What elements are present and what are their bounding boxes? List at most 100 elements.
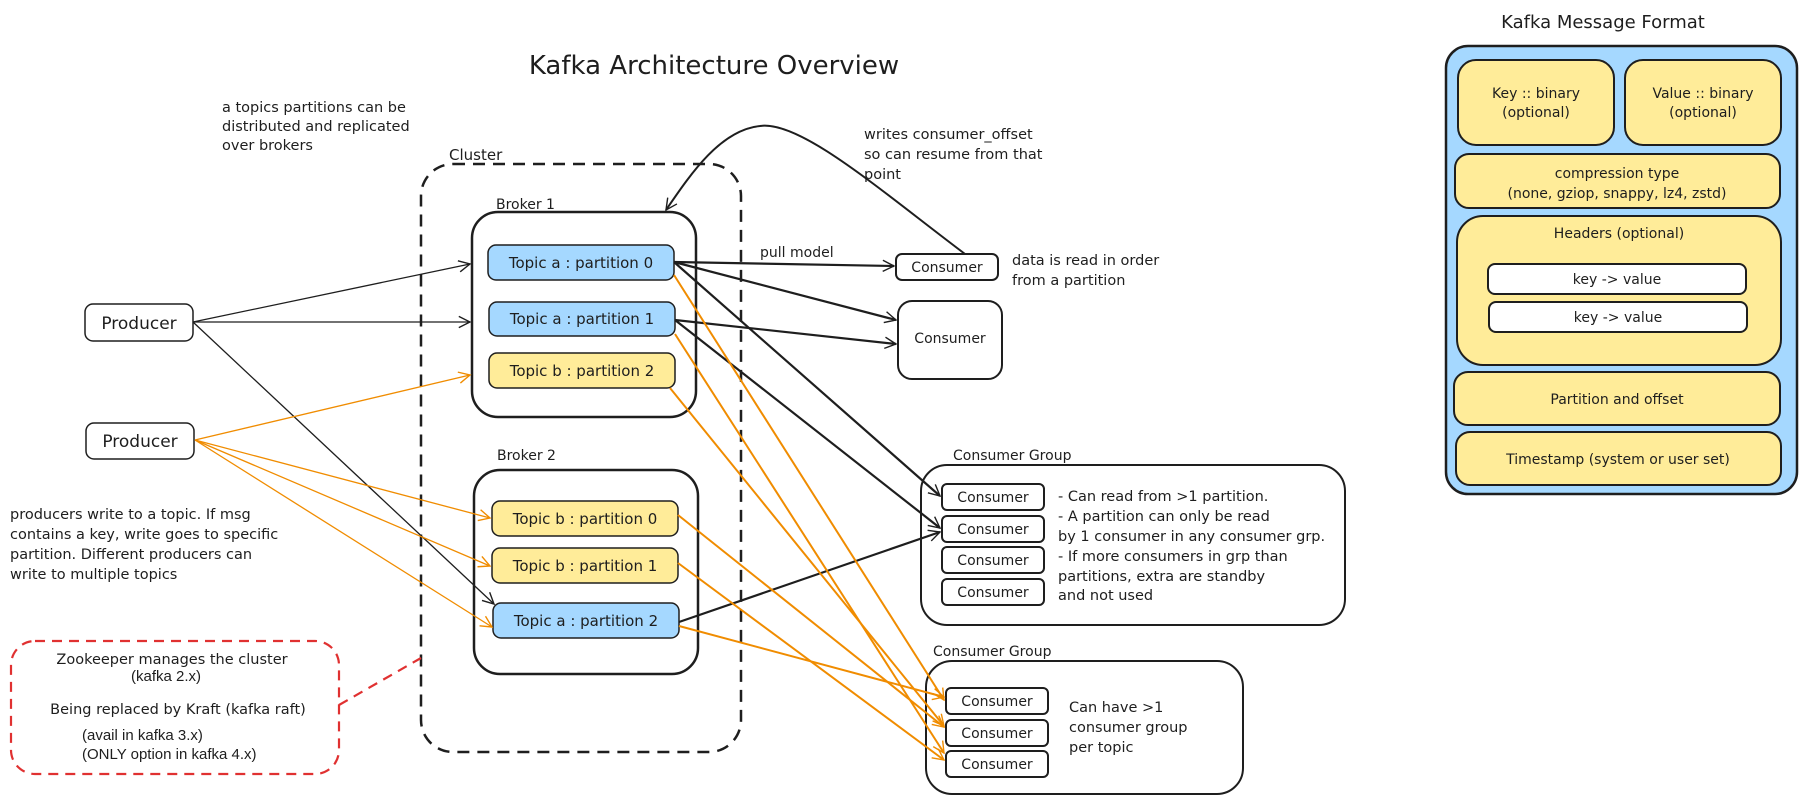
note-producers-write: producers write to a topic. If msg conta… <box>10 507 278 583</box>
svg-text:Consumer: Consumer <box>957 553 1029 569</box>
message-format-title: Kafka Message Format <box>1501 12 1705 33</box>
consumer-read-arrows <box>673 262 896 344</box>
svg-text:by 1 consumer in any consumer: by 1 consumer in any consumer grp. <box>1058 529 1325 545</box>
zookeeper-connector <box>338 657 422 706</box>
producer-2[interactable]: Producer <box>85 422 195 460</box>
standalone-consumer-2[interactable]: Consumer <box>897 300 1003 380</box>
broker-1-label: Broker 1 <box>496 197 555 213</box>
svg-text:Topic a : partition 1: Topic a : partition 1 <box>509 310 654 328</box>
svg-text:key -> value: key -> value <box>1573 272 1661 288</box>
producer-2-arrows <box>194 375 492 627</box>
svg-text:Topic b : partition 0: Topic b : partition 0 <box>512 510 658 528</box>
svg-text:per topic: per topic <box>1069 740 1133 756</box>
kafka-architecture-diagram: Kafka Architecture Overview a topics par… <box>9 12 1799 795</box>
svg-text:key -> value: key -> value <box>1574 310 1662 326</box>
standalone-consumer-1[interactable]: Consumer <box>895 253 999 281</box>
svg-text:Consumer: Consumer <box>957 490 1029 506</box>
note-consumer-offset: writes consumer_offset so can resume fro… <box>864 127 1043 183</box>
svg-text:Headers (optional): Headers (optional) <box>1554 226 1684 242</box>
message-timestamp-field: Timestamp (system or user set) <box>1455 431 1782 486</box>
consumer-group-2[interactable]: Consumer Group Consumer Consumer Consume… <box>925 644 1244 795</box>
svg-text:contains a key, write goes to: contains a key, write goes to specific <box>10 527 278 543</box>
partition-a1[interactable]: Topic a : partition 1 <box>488 301 676 337</box>
broker-2-label: Broker 2 <box>497 448 556 464</box>
svg-text:a topics partitions can be: a topics partitions can be <box>222 100 406 116</box>
message-format: Kafka Message Format Key :: binary (opti… <box>1444 12 1799 496</box>
svg-text:(none, gziop, snappy, lz4, zst: (none, gziop, snappy, lz4, zstd) <box>1508 186 1727 202</box>
svg-text:point: point <box>864 167 901 183</box>
svg-text:data is read in order: data is read in order <box>1012 253 1159 269</box>
svg-text:Consumer: Consumer <box>961 726 1033 742</box>
producer-1[interactable]: Producer <box>84 303 194 342</box>
svg-text:Consumer: Consumer <box>957 585 1029 601</box>
svg-text:Timestamp (system or user set): Timestamp (system or user set) <box>1505 452 1730 468</box>
note-read-in-order: data is read in order from a partition <box>1012 253 1159 289</box>
cluster-label: Cluster <box>449 146 503 164</box>
group-1-consumer-3[interactable]: Consumer <box>941 546 1045 574</box>
svg-text:write to multiple topics: write to multiple topics <box>10 567 177 583</box>
header-entry-2: key -> value <box>1488 301 1748 333</box>
svg-text:partition. Different producers: partition. Different producers can <box>10 547 252 563</box>
message-key-field: Key :: binary (optional) <box>1457 59 1615 146</box>
svg-text:consumer group: consumer group <box>1069 720 1188 736</box>
consumer-offset-arrow <box>666 124 966 255</box>
svg-text:Topic a : partition 0: Topic a : partition 0 <box>508 254 653 272</box>
svg-text:Consumer: Consumer <box>914 331 986 347</box>
svg-text:Being replaced by Kraft (kafka: Being replaced by Kraft (kafka raft) <box>50 702 306 718</box>
svg-text:Producer: Producer <box>101 314 176 334</box>
note-partitions-distributed: a topics partitions can be distributed a… <box>222 100 410 154</box>
svg-text:Key :: binary: Key :: binary <box>1492 86 1580 102</box>
header-entry-1: key -> value <box>1487 263 1747 295</box>
consumer-group-1-label: Consumer Group <box>953 448 1072 464</box>
svg-text:Consumer: Consumer <box>957 522 1029 538</box>
svg-text:so can resume from that: so can resume from that <box>864 147 1043 163</box>
svg-text:(optional): (optional) <box>1502 105 1570 121</box>
message-value-field: Value :: binary (optional) <box>1624 59 1782 146</box>
group-2-consumer-3[interactable]: Consumer <box>945 750 1049 778</box>
svg-text:(kafka 2.x): (kafka 2.x) <box>131 668 201 685</box>
partition-a2[interactable]: Topic a : partition 2 <box>492 602 680 639</box>
consumer-group-1[interactable]: Consumer Group Consumer Consumer Consume… <box>920 448 1346 626</box>
group-1-consumer-4[interactable]: Consumer <box>941 578 1045 606</box>
message-partition-offset-field: Partition and offset <box>1453 371 1781 426</box>
message-compression-field: compression type (none, gziop, snappy, l… <box>1454 153 1781 209</box>
svg-text:Consumer: Consumer <box>961 757 1033 773</box>
svg-text:producers write to a topic. If: producers write to a topic. If msg <box>10 507 251 523</box>
svg-text:compression type: compression type <box>1555 166 1680 182</box>
svg-text:Can have >1: Can have >1 <box>1069 700 1163 716</box>
message-headers-field: Headers (optional) key -> value key -> v… <box>1456 215 1782 366</box>
svg-text:distributed and replicated: distributed and replicated <box>222 119 410 135</box>
svg-text:(ONLY option in kafka 4.x): (ONLY option in kafka 4.x) <box>82 746 257 763</box>
group-1-consumer-2[interactable]: Consumer <box>941 515 1045 543</box>
partition-b1[interactable]: Topic b : partition 1 <box>491 547 679 584</box>
group-1-consumer-1[interactable]: Consumer <box>941 483 1045 511</box>
consumer-group-2-label: Consumer Group <box>933 644 1052 660</box>
svg-text:and not used: and not used <box>1058 588 1153 604</box>
svg-text:Topic b : partition 2: Topic b : partition 2 <box>509 362 655 380</box>
svg-text:Consumer: Consumer <box>961 694 1033 710</box>
svg-text:(avail in kafka 3.x): (avail in kafka 3.x) <box>82 727 203 744</box>
partition-b0[interactable]: Topic b : partition 0 <box>491 500 679 537</box>
svg-text:Topic a : partition 2: Topic a : partition 2 <box>513 612 658 630</box>
svg-text:Zookeeper manages the cluster: Zookeeper manages the cluster <box>56 652 287 668</box>
pull-model-label: pull model <box>760 245 834 261</box>
svg-text:- Can read from >1 partition.: - Can read from >1 partition. <box>1058 489 1268 505</box>
partition-a0[interactable]: Topic a : partition 0 <box>487 244 675 281</box>
zookeeper-note[interactable]: Zookeeper manages the cluster (kafka 2.x… <box>9 639 341 776</box>
svg-text:over brokers: over brokers <box>222 138 313 154</box>
svg-text:(optional): (optional) <box>1669 105 1737 121</box>
partition-b2[interactable]: Topic b : partition 2 <box>488 352 676 389</box>
svg-text:Topic b : partition 1: Topic b : partition 1 <box>512 557 658 575</box>
svg-text:Consumer: Consumer <box>911 260 983 276</box>
broker-1[interactable]: Broker 1 Topic a : partition 0 Topic a :… <box>470 197 698 419</box>
svg-text:- If more consumers in grp tha: - If more consumers in grp than <box>1058 549 1288 565</box>
group-2-consumer-2[interactable]: Consumer <box>945 719 1049 747</box>
broker-2[interactable]: Broker 2 Topic b : partition 0 Topic b :… <box>472 448 700 676</box>
svg-text:writes consumer_offset: writes consumer_offset <box>864 127 1033 143</box>
diagram-title: Kafka Architecture Overview <box>529 51 899 81</box>
svg-text:- A partition can only be read: - A partition can only be read <box>1058 509 1270 525</box>
svg-text:Value :: binary: Value :: binary <box>1652 86 1753 102</box>
svg-text:Producer: Producer <box>102 432 177 452</box>
group-2-consumer-1[interactable]: Consumer <box>945 687 1049 715</box>
svg-text:partitions, extra are standby: partitions, extra are standby <box>1058 569 1265 585</box>
